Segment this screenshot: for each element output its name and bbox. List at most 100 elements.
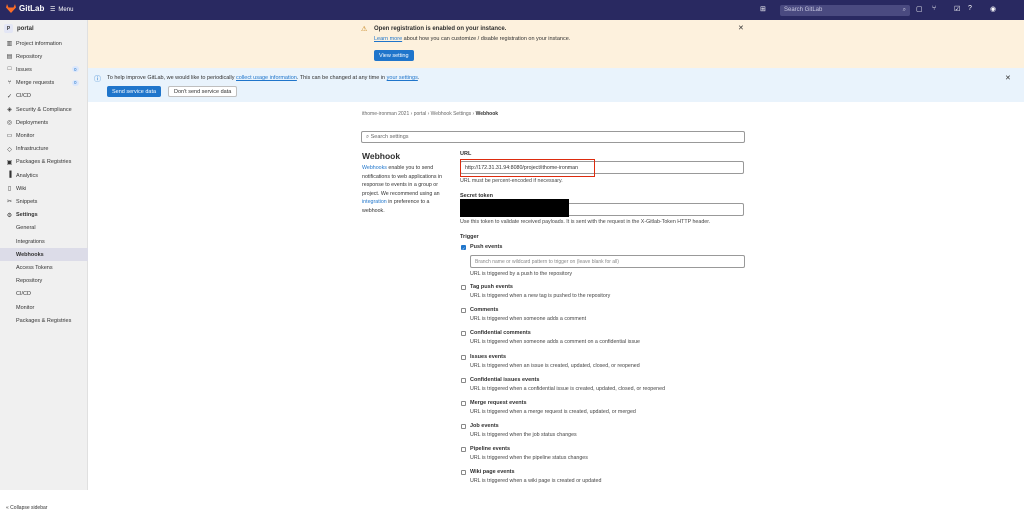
- merge-request-icon[interactable]: ⑂: [932, 5, 936, 12]
- sidebar-item-settings[interactable]: ⚙ Settings: [0, 209, 88, 222]
- sidebar-subitem-label: Monitor: [16, 304, 35, 311]
- sidebar-subitem-label: General: [16, 225, 36, 232]
- menu-button[interactable]: ☰ Menu: [50, 6, 74, 14]
- trigger-label: Trigger: [460, 234, 479, 240]
- usage-text-2: . This can be changed at any time in: [296, 75, 387, 81]
- checkbox[interactable]: [461, 378, 466, 383]
- settings-sub-webhooks[interactable]: Webhooks: [0, 248, 88, 262]
- alert-body-text: about how you can customize / disable re…: [402, 36, 571, 42]
- sidebar-item-issues[interactable]: □ Issues 0: [0, 63, 88, 76]
- sidebar-icon: ▯: [7, 186, 12, 193]
- branch-filter-input[interactable]: Branch name or wildcard pattern to trigg…: [470, 255, 745, 268]
- settings-sub-access-tokens[interactable]: Access Tokens: [0, 261, 88, 274]
- collect-usage-link[interactable]: collect usage information: [236, 75, 297, 81]
- sidebar-item-label: Project information: [16, 40, 62, 47]
- checkbox[interactable]: [461, 470, 466, 475]
- sidebar-item-monitor[interactable]: ▭ Monitor: [0, 129, 88, 142]
- sidebar-subitem-label: Repository: [16, 278, 43, 285]
- sidebar-item-merge-requests[interactable]: ⑂ Merge requests 0: [0, 77, 88, 90]
- sidebar-item-ci-cd[interactable]: ✓ CI/CD: [0, 90, 88, 103]
- trigger-name: Confidential comments: [470, 330, 531, 336]
- breadcrumb-item[interactable]: portal: [414, 111, 427, 117]
- top-navbar: GitLab ☰ Menu ⊞ Search GitLab ⌕ ▢ ⑂ ☑ ? …: [0, 0, 1024, 20]
- checkbox[interactable]: [461, 424, 466, 429]
- sidebar-item-label: CI/CD: [16, 93, 31, 100]
- sidebar-item-analytics[interactable]: ▐ Analytics: [0, 169, 88, 182]
- sidebar-subitem-label: Packages & Registries: [16, 317, 72, 324]
- settings-sub-monitor[interactable]: Monitor: [0, 301, 88, 314]
- sidebar-icon: ✂: [6, 199, 13, 206]
- sidebar-icon: ▤: [6, 54, 13, 61]
- trigger-name: Job events: [470, 423, 499, 429]
- your-settings-link[interactable]: your settings: [387, 75, 418, 81]
- settings-sub-repository[interactable]: Repository: [0, 275, 88, 288]
- menu-label: Menu: [58, 6, 74, 13]
- registration-alert: ⚠ Open registration is enabled on your i…: [88, 20, 1024, 68]
- integration-link[interactable]: integration: [362, 199, 387, 205]
- close-icon[interactable]: ✕: [738, 24, 744, 32]
- learn-more-link[interactable]: Learn more: [374, 36, 402, 42]
- sidebar-item-deployments[interactable]: ◎ Deployments: [0, 116, 88, 129]
- sidebar-item-label: Packages & Registries: [16, 159, 72, 166]
- gitlab-logo[interactable]: GitLab: [6, 4, 44, 13]
- sidebar-icon: ▣: [6, 159, 13, 166]
- webhooks-link[interactable]: Webhooks: [362, 165, 387, 171]
- count-badge: 0: [72, 66, 79, 73]
- settings-sub-general[interactable]: General: [0, 222, 88, 235]
- todo-icon[interactable]: ☑: [954, 5, 960, 13]
- dont-send-service-data-button[interactable]: Don't send service data: [168, 86, 238, 97]
- checkbox[interactable]: ✓: [461, 245, 466, 251]
- project-header[interactable]: P portal: [4, 24, 34, 33]
- warning-icon: ⚠: [361, 26, 368, 33]
- project-name: portal: [17, 25, 34, 32]
- sidebar-icon: ◎: [6, 120, 13, 127]
- search-settings-input[interactable]: ⌕ Search settings: [361, 131, 745, 143]
- collapse-sidebar-button[interactable]: « Collapse sidebar: [6, 505, 47, 511]
- sidebar-item-project-information[interactable]: ▥ Project information: [0, 37, 88, 50]
- url-label: URL: [460, 151, 472, 157]
- checkbox[interactable]: [461, 308, 466, 313]
- sidebar-item-infrastructure[interactable]: ◇ Infrastructure: [0, 143, 88, 156]
- project-avatar: P: [4, 24, 13, 33]
- sidebar-subitem-label: CI/CD: [16, 291, 31, 298]
- sidebar-icon: ⚙: [6, 212, 13, 219]
- send-service-data-button[interactable]: Send service data: [107, 86, 162, 97]
- checkbox[interactable]: [461, 447, 466, 452]
- breadcrumb-item[interactable]: Webhook Settings: [431, 111, 472, 117]
- search-input[interactable]: Search GitLab ⌕: [780, 5, 910, 16]
- trigger-name: Issues events: [470, 354, 507, 360]
- sidebar-item-snippets[interactable]: ✂ Snippets: [0, 195, 88, 208]
- checkbox[interactable]: [461, 285, 466, 290]
- trigger-description: URL is triggered when an issue is create…: [470, 362, 640, 369]
- search-icon: ⌕: [902, 7, 906, 13]
- checkbox[interactable]: [461, 401, 466, 406]
- trigger-description: URL is triggered when someone adds a com…: [470, 315, 587, 322]
- alert-title: Open registration is enabled on your ins…: [374, 26, 507, 32]
- view-setting-button[interactable]: View setting: [374, 50, 414, 61]
- sidebar-item-repository[interactable]: ▤ Repository: [0, 50, 88, 63]
- info-icon: ⓘ: [94, 76, 101, 83]
- plus-icon[interactable]: ⊞: [760, 5, 766, 13]
- usage-ping-alert: ⓘ To help improve GitLab, we would like …: [88, 68, 1024, 102]
- usage-text-3: .: [417, 75, 420, 81]
- usage-text-1: To help improve GitLab, we would like to…: [107, 75, 237, 81]
- settings-sub-packages-registries[interactable]: Packages & Registries: [0, 314, 88, 327]
- close-icon[interactable]: ✕: [1005, 74, 1011, 82]
- help-icon[interactable]: ?: [968, 5, 972, 12]
- brand-label: GitLab: [19, 4, 45, 13]
- sidebar-item-packages-registries[interactable]: ▣ Packages & Registries: [0, 156, 88, 169]
- settings-sub-integrations[interactable]: Integrations: [0, 235, 88, 248]
- avatar[interactable]: ◉: [990, 5, 996, 13]
- url-highlight-box: [460, 159, 595, 177]
- breadcrumb-item[interactable]: ithome-ironman 2021: [362, 111, 409, 117]
- trigger-name: Tag push events: [470, 284, 513, 290]
- sidebar-icon: ▭: [6, 133, 13, 140]
- sidebar-item-wiki[interactable]: ▯ Wiki: [0, 182, 88, 195]
- checkbox[interactable]: [461, 331, 466, 336]
- checkbox[interactable]: [461, 355, 466, 360]
- sidebar-icon: ⑂: [7, 79, 12, 86]
- trigger-description: URL is triggered when the pipeline statu…: [470, 454, 588, 461]
- settings-sub-ci-cd[interactable]: CI/CD: [0, 288, 88, 301]
- sidebar-item-security-compliance[interactable]: ◈ Security & Compliance: [0, 103, 88, 116]
- issues-icon[interactable]: ▢: [916, 5, 923, 13]
